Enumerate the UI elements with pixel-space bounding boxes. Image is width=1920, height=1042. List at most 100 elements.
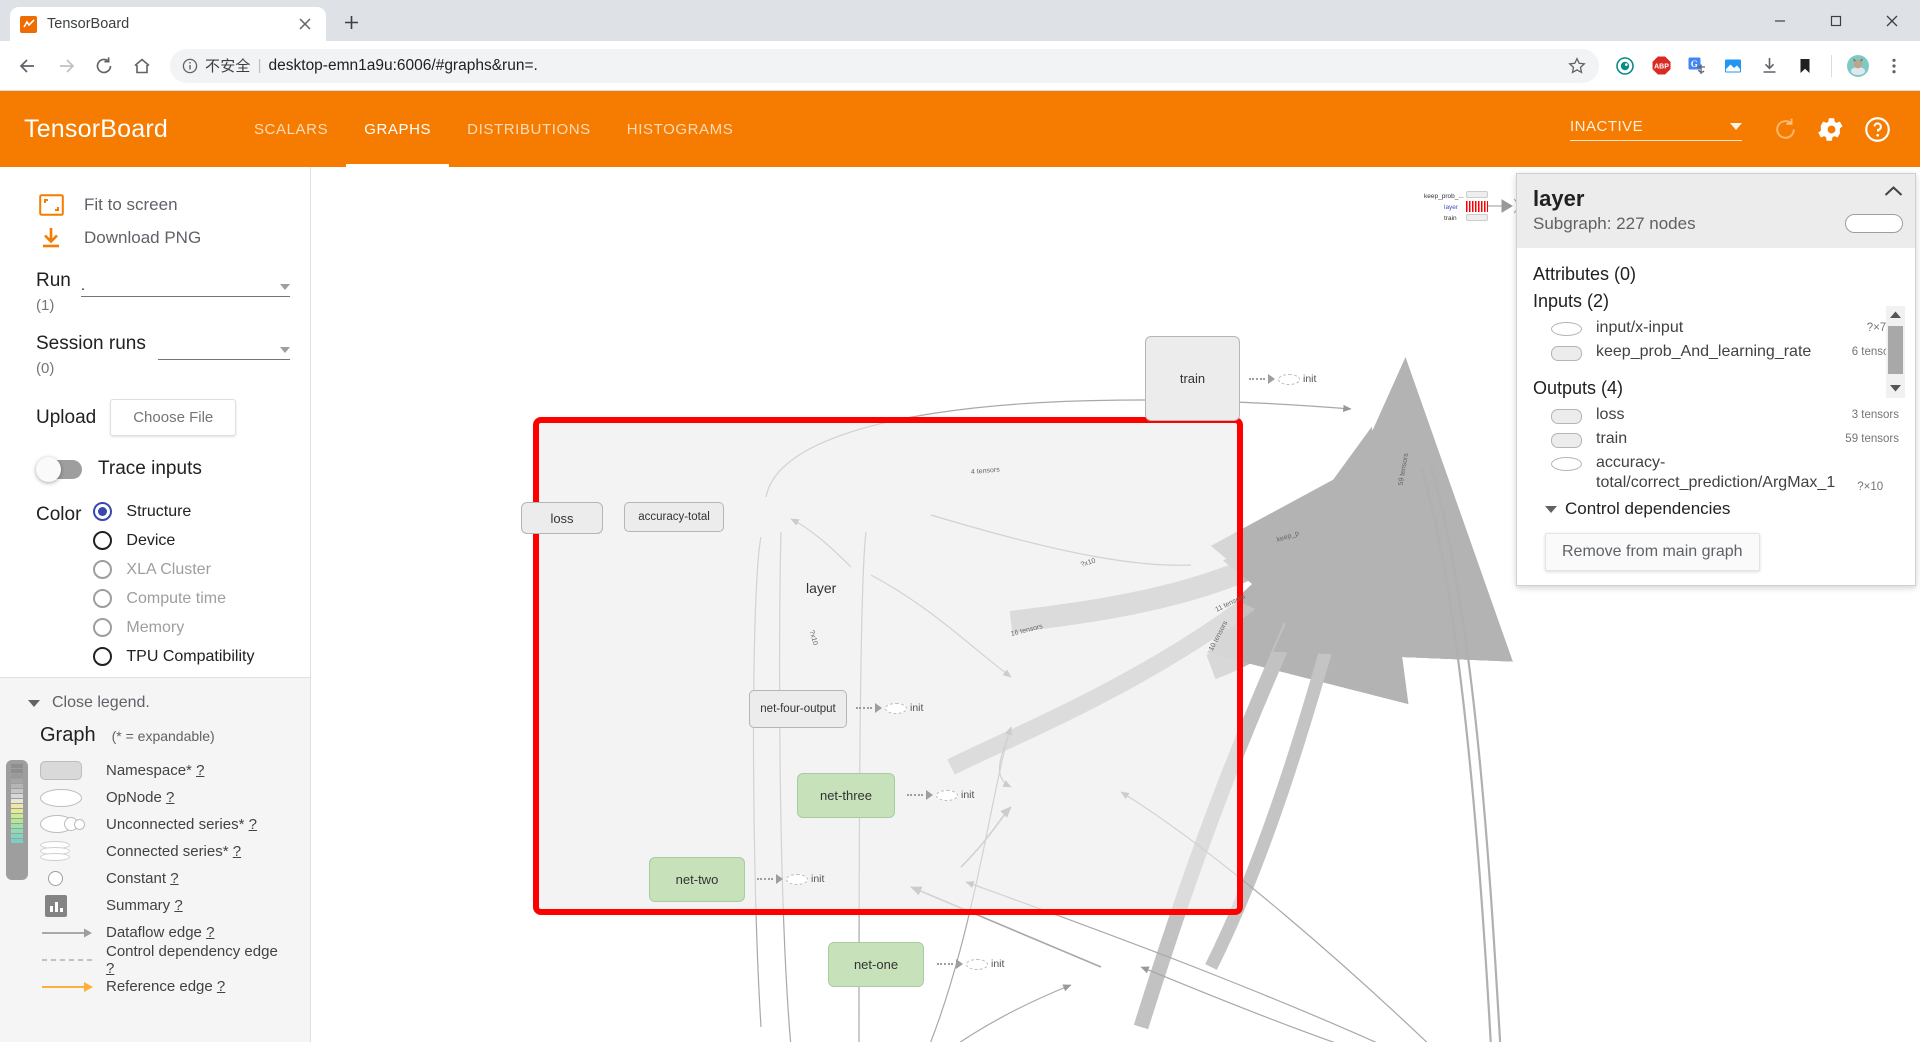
output-row[interactable]: loss 3 tensors (1533, 403, 1899, 427)
star-icon[interactable] (1561, 50, 1593, 82)
browser-tab[interactable]: TensorBoard (10, 7, 326, 41)
graph-node-net-two[interactable]: net-two (649, 857, 745, 902)
help-link[interactable]: ? (233, 843, 241, 860)
tensorboard-logo[interactable]: TensorBoard (24, 115, 168, 144)
graph-canvas[interactable]: layer train loss accuracy-total net-four… (311, 167, 1920, 1042)
output-row[interactable]: train 59 tensors (1533, 427, 1899, 451)
help-link[interactable]: ? (106, 960, 114, 977)
trace-inputs-toggle[interactable] (36, 456, 82, 482)
color-option-device[interactable]: Device (93, 531, 254, 550)
unconnected-series-swatch-icon (40, 815, 106, 834)
radio-icon[interactable] (93, 589, 113, 608)
output-row[interactable]: accuracy-total/correct_prediction/ArgMax… (1533, 451, 1899, 495)
remove-from-main-graph-button[interactable]: Remove from main graph (1545, 533, 1760, 572)
forward-icon[interactable] (48, 48, 84, 84)
home-icon[interactable] (124, 48, 160, 84)
dotted-line-icon (757, 878, 773, 880)
input-name: keep_prob_And_learning_rate (1596, 343, 1812, 361)
toolbar-divider (1831, 54, 1832, 77)
graph-node-train[interactable]: train (1145, 336, 1240, 421)
screenshot-extension-icon[interactable] (1717, 50, 1749, 82)
graph-node-net-one[interactable]: net-one (828, 942, 924, 987)
minimap-node (1466, 214, 1488, 221)
info-circle-icon[interactable] (182, 58, 198, 74)
radio-icon[interactable] (93, 560, 113, 579)
graph-node-net-four-output[interactable]: net-four-output (749, 690, 847, 728)
arrow-icon (875, 703, 882, 713)
help-link[interactable]: ? (166, 789, 174, 806)
run-control: Run (1) . (0, 255, 310, 318)
init-label: init (961, 789, 975, 801)
session-runs-dropdown[interactable] (158, 338, 290, 360)
run-dropdown[interactable]: . (80, 275, 290, 297)
back-icon[interactable] (10, 48, 46, 84)
profile-avatar[interactable] (1842, 50, 1874, 82)
init-badge-net-three[interactable]: init (907, 789, 974, 801)
refresh-icon[interactable] (1766, 110, 1804, 148)
new-tab-button[interactable] (334, 5, 368, 39)
radio-icon[interactable] (93, 531, 113, 550)
reload-icon[interactable] (86, 48, 122, 84)
graph-node-net-three[interactable]: net-three (797, 773, 895, 818)
radio-icon[interactable] (93, 502, 113, 521)
graph-node-loss[interactable]: loss (521, 502, 603, 534)
input-row[interactable]: input/x-input ?×784 (1533, 316, 1899, 340)
init-badge-net-two[interactable]: init (757, 873, 824, 885)
close-icon[interactable] (294, 13, 316, 35)
help-link[interactable]: ? (217, 978, 225, 995)
settings-gear-icon[interactable] (1812, 110, 1850, 148)
init-badge-train[interactable]: init (1249, 373, 1316, 385)
window-close-button[interactable] (1864, 0, 1920, 41)
tab-distributions[interactable]: DISTRIBUTIONS (449, 91, 609, 167)
eye-extension-icon[interactable] (1609, 50, 1641, 82)
help-link[interactable]: ? (196, 762, 204, 779)
trace-inputs-label: Trace inputs (98, 458, 202, 479)
connected-series-swatch-icon (40, 840, 106, 863)
help-link[interactable]: ? (170, 870, 178, 887)
download-png-icon (36, 226, 66, 250)
help-link[interactable]: ? (206, 924, 214, 941)
run-status-dropdown[interactable]: INACTIVE (1570, 118, 1742, 141)
address-bar[interactable]: 不安全 | desktop-emn1a9u:6006/#graphs&run=. (170, 48, 1599, 83)
radio-icon[interactable] (93, 647, 113, 666)
io-list-scrollbar[interactable] (1886, 306, 1905, 399)
bookmark-icon[interactable] (1789, 50, 1821, 82)
trace-inputs-control[interactable]: Trace inputs (0, 436, 310, 482)
scroll-down-icon[interactable] (1889, 380, 1902, 398)
close-legend-button[interactable]: Close legend. (28, 694, 290, 712)
adblock-plus-icon[interactable]: ABP (1645, 50, 1677, 82)
scroll-up-icon[interactable] (1889, 306, 1902, 324)
help-link[interactable]: ? (174, 897, 182, 914)
tab-histograms[interactable]: HISTOGRAMS (609, 91, 752, 167)
control-dependencies-toggle[interactable]: Control dependencies (1533, 499, 1899, 519)
radio-icon[interactable] (93, 618, 113, 637)
input-row[interactable]: keep_prob_And_learning_rate 6 tensors (1533, 340, 1899, 364)
download-png-button[interactable]: Download PNG (0, 221, 310, 255)
color-option-compute-time[interactable]: Compute time (93, 589, 254, 608)
window-maximize-button[interactable] (1808, 0, 1864, 41)
help-link[interactable]: ? (249, 816, 257, 833)
tab-graphs[interactable]: GRAPHS (346, 91, 450, 167)
init-badge-net-four-output[interactable]: init (856, 702, 923, 714)
google-translate-icon[interactable]: G (1681, 50, 1713, 82)
dataflow-edge-swatch-icon (40, 926, 106, 940)
fit-to-screen-button[interactable]: Fit to screen (0, 189, 310, 221)
graph-node-accuracy-total[interactable]: accuracy-total (624, 502, 724, 532)
legend-item-label: Unconnected series* ? (106, 816, 257, 833)
choose-file-button[interactable]: Choose File (110, 399, 237, 436)
color-option-xla-cluster[interactable]: XLA Cluster (93, 560, 254, 579)
control-dependency-edge-swatch-icon (40, 953, 106, 967)
graph-minimap[interactable]: keep_prob_... layer train (1424, 177, 1524, 243)
tab-scalars[interactable]: SCALARS (236, 91, 346, 167)
scrollbar-thumb[interactable] (1888, 326, 1903, 375)
chevron-up-icon[interactable] (1884, 185, 1903, 203)
download-icon[interactable] (1753, 50, 1785, 82)
run-label-text: Run (36, 270, 71, 291)
chrome-menu-icon[interactable] (1878, 50, 1910, 82)
window-minimize-button[interactable] (1752, 0, 1808, 41)
color-option-memory[interactable]: Memory (93, 618, 254, 637)
init-badge-net-one[interactable]: init (937, 958, 1004, 970)
help-circle-icon[interactable] (1858, 110, 1896, 148)
color-option-tpu-compatibility[interactable]: TPU Compatibility (93, 647, 254, 666)
color-option-structure[interactable]: Structure (93, 502, 254, 521)
